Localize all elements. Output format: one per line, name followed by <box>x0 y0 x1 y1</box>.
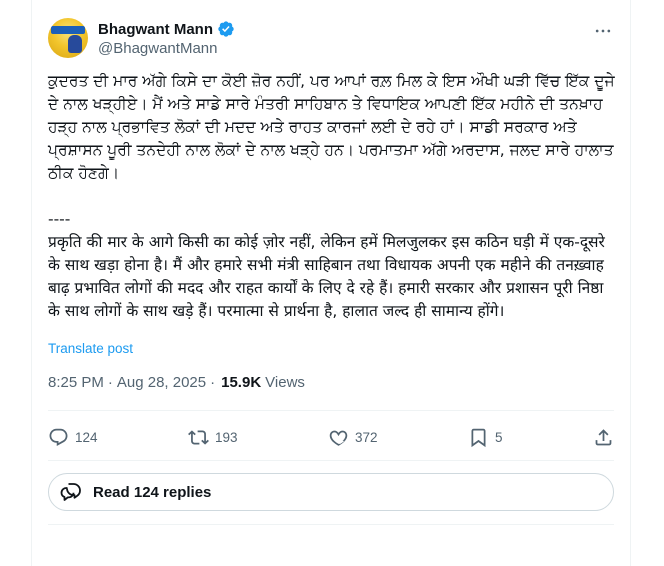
post-time[interactable]: 8:25 PM <box>48 374 104 391</box>
reply-icon <box>49 428 68 446</box>
reply-count: 124 <box>75 429 98 445</box>
verified-badge-icon <box>218 21 234 37</box>
divider <box>48 524 614 525</box>
share-icon <box>595 428 612 445</box>
post-header: Bhagwant Mann @BhagwantMann <box>48 18 614 66</box>
repost-icon <box>188 429 209 445</box>
heart-icon <box>329 430 348 446</box>
bookmark-button[interactable]: 5 <box>468 427 503 448</box>
divider <box>48 460 614 461</box>
share-button[interactable] <box>593 427 614 448</box>
like-button[interactable]: 372 <box>328 427 378 448</box>
avatar-figure <box>68 35 82 53</box>
author-handle[interactable]: @BhagwantMann <box>98 40 217 57</box>
post-date[interactable]: Aug 28, 2025 <box>117 374 206 391</box>
author-name-row: Bhagwant Mann <box>98 20 235 38</box>
more-dots-icon[interactable] <box>592 20 614 42</box>
meta-separator: · <box>107 374 113 391</box>
read-replies-label: Read 124 replies <box>93 483 212 501</box>
repost-count: 193 <box>215 429 238 445</box>
avatar-band <box>51 26 85 34</box>
post-metadata: 8:25 PM · Aug 28, 2025 · 15.9K Views <box>48 374 305 391</box>
speech-bubbles-icon <box>60 483 81 501</box>
like-count: 372 <box>355 429 378 445</box>
post-card: Bhagwant Mann @BhagwantMann ਕੁਦਰਤ ਦੀ ਮਾਰ… <box>31 0 631 566</box>
views-label: Views <box>265 374 305 391</box>
post-text: ਕੁਦਰਤ ਦੀ ਮਾਰ ਅੱਗੇ ਕਿਸੇ ਦਾ ਕੋਈ ਜ਼ੋਰ ਨਹੀਂ,… <box>48 72 615 320</box>
divider <box>48 410 614 411</box>
reply-button[interactable]: 124 <box>48 427 98 448</box>
avatar[interactable] <box>48 18 88 58</box>
author-name[interactable]: Bhagwant Mann <box>98 21 213 38</box>
translate-post-link[interactable]: Translate post <box>48 341 133 356</box>
bookmark-icon <box>471 428 486 447</box>
views-count: 15.9K <box>221 374 262 391</box>
bookmark-count: 5 <box>495 429 503 445</box>
repost-button[interactable]: 193 <box>188 427 238 448</box>
meta-separator: · <box>210 374 216 391</box>
read-replies-button[interactable]: Read 124 replies <box>48 473 614 511</box>
action-bar: 124 193 372 5 <box>48 420 614 454</box>
